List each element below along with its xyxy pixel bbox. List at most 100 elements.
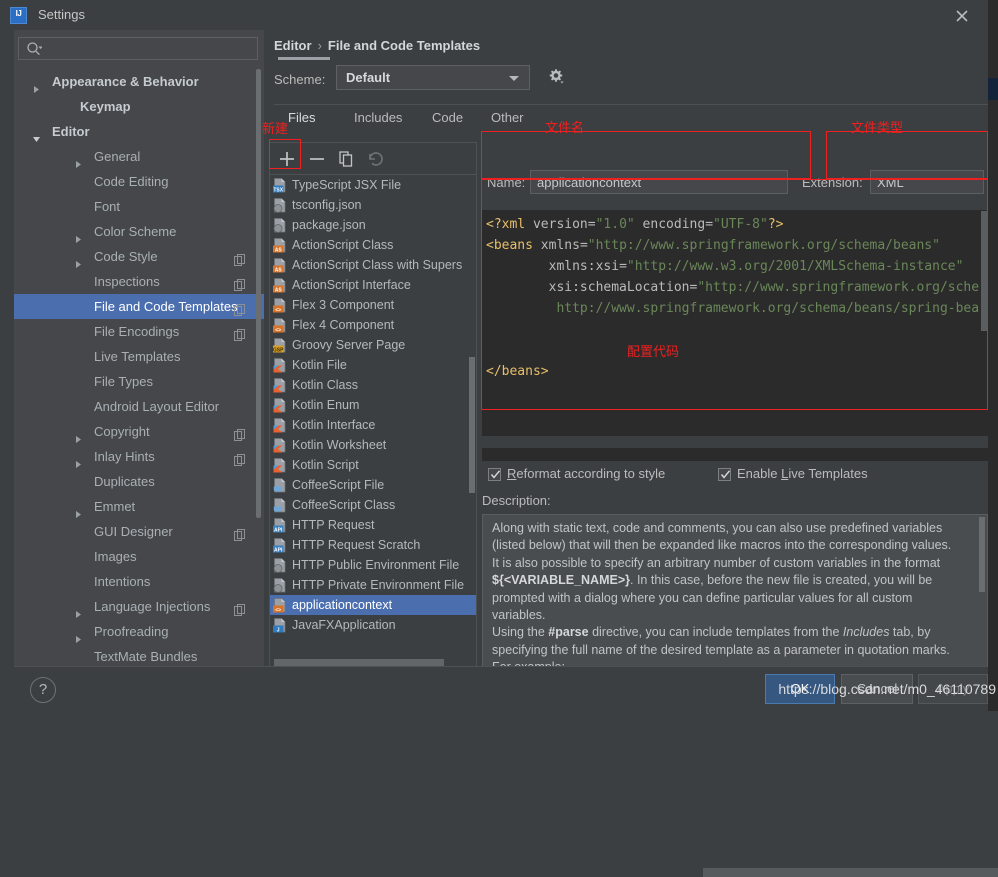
file-template-row[interactable]: <> Flex 4 Component xyxy=(270,315,476,335)
help-button[interactable]: ? xyxy=(30,677,56,703)
file-template-row[interactable]: AS ActionScript Class xyxy=(270,235,476,255)
sidebar-item-live-templates[interactable]: Live Templates xyxy=(14,344,264,369)
file-template-row[interactable]: CoffeeScript Class xyxy=(270,495,476,515)
tab-other[interactable]: Other xyxy=(491,110,524,125)
editor-scrollbar-thumb[interactable] xyxy=(981,211,987,331)
sidebar-item-copyright[interactable]: Copyright xyxy=(14,419,264,444)
sidebar-item-file-and-code-templates[interactable]: File and Code Templates xyxy=(14,294,264,319)
chevron-collapsed-icon[interactable] xyxy=(74,502,83,518)
copy-settings-icon[interactable] xyxy=(234,525,246,541)
file-template-row[interactable]: Kotlin Interface xyxy=(270,415,476,435)
scheme-dropdown[interactable]: Default xyxy=(336,65,530,90)
chevron-collapsed-icon[interactable] xyxy=(74,602,83,618)
chevron-collapsed-icon[interactable] xyxy=(74,452,83,468)
file-template-row[interactable]: API HTTP Request Scratch xyxy=(270,535,476,555)
file-template-row[interactable]: HTTP Private Environment File xyxy=(270,575,476,595)
sidebar-item-gui-designer[interactable]: GUI Designer xyxy=(14,519,264,544)
file-template-row[interactable]: package.json xyxy=(270,215,476,235)
file-template-row[interactable]: AS ActionScript Class with Supers xyxy=(270,255,476,275)
file-template-row[interactable]: tsconfig.json xyxy=(270,195,476,215)
file-template-row[interactable]: J JavaFXApplication xyxy=(270,615,476,635)
copy-settings-icon[interactable] xyxy=(234,300,246,316)
sidebar-item-intentions[interactable]: Intentions xyxy=(14,569,264,594)
sidebar-item-android-layout-editor[interactable]: Android Layout Editor xyxy=(14,394,264,419)
tab-includes[interactable]: Includes xyxy=(354,110,402,125)
sidebar-item-language-injections[interactable]: Language Injections xyxy=(14,594,264,619)
name-input[interactable] xyxy=(530,170,788,194)
sidebar-item-images[interactable]: Images xyxy=(14,544,264,569)
sidebar-item-inlay-hints[interactable]: Inlay Hints xyxy=(14,444,264,469)
chevron-collapsed-icon[interactable] xyxy=(74,427,83,443)
copy-settings-icon[interactable] xyxy=(234,425,246,441)
file-template-row[interactable]: Kotlin Script xyxy=(270,455,476,475)
copy-template-button[interactable] xyxy=(334,147,358,171)
file-template-row[interactable]: Kotlin File xyxy=(270,355,476,375)
editor-hscrollbar-track[interactable] xyxy=(482,448,998,877)
file-template-row[interactable]: Kotlin Worksheet xyxy=(270,435,476,455)
file-list-scrollbar-thumb[interactable] xyxy=(469,357,475,493)
template-code-editor[interactable]: <?xml version="1.0" encoding="UTF-8"?> <b… xyxy=(482,210,988,436)
reformat-checkbox[interactable] xyxy=(488,468,501,481)
settings-tree[interactable]: Appearance & Behavior Keymap Editor General… xyxy=(14,69,264,666)
chevron-collapsed-icon[interactable] xyxy=(32,77,41,93)
sidebar-item-editor[interactable]: Editor xyxy=(14,119,264,144)
breadcrumb-parent[interactable]: Editor xyxy=(274,38,312,53)
sidebar-item-appearance-behavior[interactable]: Appearance & Behavior xyxy=(14,69,264,94)
sidebar-item-keymap[interactable]: Keymap xyxy=(14,94,264,119)
close-icon[interactable] xyxy=(950,6,974,26)
file-template-row[interactable]: GSP Groovy Server Page xyxy=(270,335,476,355)
search-input[interactable] xyxy=(18,37,258,60)
copy-settings-icon[interactable] xyxy=(234,325,246,341)
file-template-row[interactable]: HTTP Public Environment File xyxy=(270,555,476,575)
editor-hscrollbar-thumb[interactable] xyxy=(703,868,998,877)
reformat-checkbox-label[interactable]: Reformat according to style xyxy=(507,466,665,481)
sidebar-item-inspections[interactable]: Inspections xyxy=(14,269,264,294)
sidebar-item-general[interactable]: General xyxy=(14,144,264,169)
sidebar-scrollbar-thumb[interactable] xyxy=(256,69,261,518)
file-template-row[interactable]: CoffeeScript File xyxy=(270,475,476,495)
copy-settings-icon[interactable] xyxy=(234,250,246,266)
sidebar-item-emmet[interactable]: Emmet xyxy=(14,494,264,519)
file-list-hscrollbar-thumb[interactable] xyxy=(274,659,444,666)
sidebar-item-duplicates[interactable]: Duplicates xyxy=(14,469,264,494)
file-template-label: TypeScript JSX File xyxy=(292,178,402,192)
tab-code[interactable]: Code xyxy=(432,110,463,125)
svg-text:<>: <> xyxy=(275,327,281,333)
background-window-right-highlight xyxy=(988,78,998,100)
sidebar-item-font[interactable]: Font xyxy=(14,194,264,219)
chevron-collapsed-icon[interactable] xyxy=(74,227,83,243)
file-template-row[interactable]: AS ActionScript Interface xyxy=(270,275,476,295)
chevron-collapsed-icon[interactable] xyxy=(74,627,83,643)
sidebar-item-proofreading[interactable]: Proofreading xyxy=(14,619,264,644)
reset-template-button[interactable] xyxy=(363,147,387,171)
live-templates-checkbox[interactable] xyxy=(718,468,731,481)
sidebar-item-file-encodings[interactable]: File Encodings xyxy=(14,319,264,344)
chevron-expanded-icon[interactable] xyxy=(32,127,41,142)
template-file-list[interactable]: TSX TypeScript JSX File tsconfig.json packa… xyxy=(269,174,477,671)
file-template-row[interactable]: TSX TypeScript JSX File xyxy=(270,175,476,195)
file-template-row[interactable]: API HTTP Request xyxy=(270,515,476,535)
file-template-row[interactable]: <> Flex 3 Component xyxy=(270,295,476,315)
file-template-row[interactable]: Kotlin Class xyxy=(270,375,476,395)
sidebar-item-textmate-bundles[interactable]: TextMate Bundles xyxy=(14,644,264,666)
add-template-button[interactable] xyxy=(275,147,299,171)
file-template-row[interactable]: <> applicationcontext xyxy=(270,595,476,615)
copy-settings-icon[interactable] xyxy=(234,600,246,616)
sidebar-item-file-types[interactable]: File Types xyxy=(14,369,264,394)
copy-settings-icon[interactable] xyxy=(234,275,246,291)
copy-settings-icon[interactable] xyxy=(234,450,246,466)
json-file-icon xyxy=(273,218,287,233)
sidebar-item-color-scheme[interactable]: Color Scheme xyxy=(14,219,264,244)
sidebar-item-code-style[interactable]: Code Style xyxy=(14,244,264,269)
tab-files[interactable]: Files xyxy=(288,110,315,125)
chevron-collapsed-icon[interactable] xyxy=(74,152,83,168)
remove-template-button[interactable] xyxy=(305,147,329,171)
live-templates-checkbox-label[interactable]: Enable Live Templates xyxy=(737,466,868,481)
file-template-row[interactable]: Kotlin Enum xyxy=(270,395,476,415)
gear-icon[interactable] xyxy=(547,68,565,86)
sidebar-item-code-editing[interactable]: Code Editing xyxy=(14,169,264,194)
description-label: Description: xyxy=(482,493,551,508)
description-scrollbar-thumb[interactable] xyxy=(979,517,985,592)
chevron-collapsed-icon[interactable] xyxy=(74,252,83,268)
extension-input[interactable] xyxy=(870,170,984,194)
